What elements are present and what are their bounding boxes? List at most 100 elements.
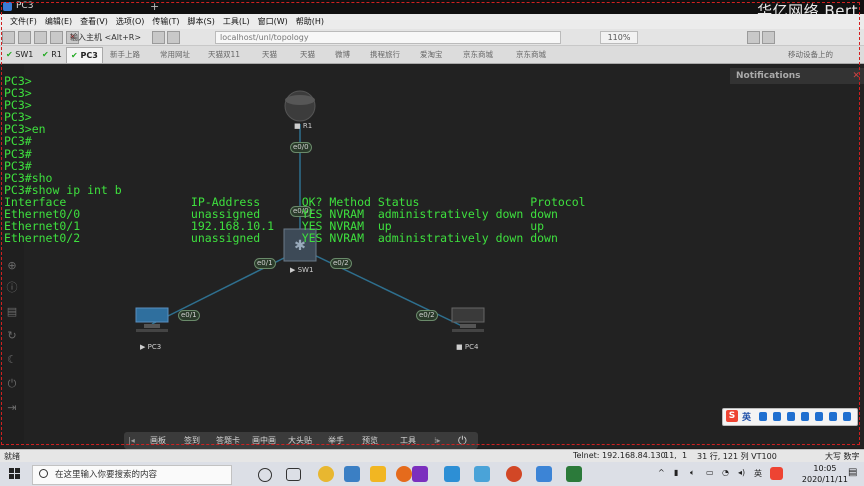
search-icon: [39, 469, 48, 478]
app-icon[interactable]: [344, 466, 360, 482]
session-icon[interactable]: [34, 31, 47, 44]
host-input[interactable]: 输入主机 <Alt+R>: [70, 32, 141, 43]
tab-pc3[interactable]: ✔ PC3: [66, 47, 103, 63]
new-tab-button[interactable]: +: [150, 0, 159, 13]
toolbar: ✕ 输入主机 <Alt+R> localhost/unl/topology 11…: [0, 29, 864, 46]
bookmark-item[interactable]: 天猫: [300, 48, 315, 61]
terminal-output[interactable]: PC3> PC3> PC3> PC3> PC3>en PC3# PC3# PC3…: [4, 75, 586, 244]
port-label: e0/2: [330, 258, 352, 269]
menu-tools[interactable]: 工具(L): [219, 14, 254, 29]
port-label: e0/1: [178, 310, 200, 321]
menu-edit[interactable]: 编辑(E): [41, 14, 76, 29]
bookmark-item[interactable]: 天猫双11: [208, 48, 240, 61]
powerpoint-icon[interactable]: [506, 466, 522, 482]
collapse-icon[interactable]: |◂: [128, 434, 135, 447]
bookmark-item[interactable]: 京东商城: [463, 48, 493, 61]
status-col: 1: [682, 451, 688, 460]
palette-item[interactable]: 举手: [328, 434, 344, 447]
notification-center-icon[interactable]: ▤: [848, 467, 857, 478]
tray-chevron-icon[interactable]: ^: [658, 468, 665, 477]
menu-icon[interactable]: [843, 412, 851, 421]
file-explorer-icon[interactable]: [370, 466, 386, 482]
more-icon[interactable]: ⁞▸: [434, 434, 441, 447]
sogou-icon[interactable]: S: [726, 410, 738, 422]
palette-item[interactable]: 画板: [150, 434, 166, 447]
app-icon[interactable]: [444, 466, 460, 482]
status-size: 31 行, 121 列 VT100: [697, 452, 777, 461]
bookmark-mobile[interactable]: 移动设备上的: [788, 48, 833, 61]
chrome-icon[interactable]: [318, 466, 334, 482]
zoom-level: 110%: [600, 31, 638, 44]
port-label: e0/2: [416, 310, 438, 321]
bookmark-item[interactable]: 天猫: [262, 48, 277, 61]
menu-script[interactable]: 脚本(S): [184, 14, 219, 29]
status-telnet: Telnet: 192.168.84.130: [573, 451, 666, 460]
url-field[interactable]: localhost/unl/topology: [215, 31, 561, 44]
bookmark-item[interactable]: 微博: [335, 48, 350, 61]
reconnect-icon[interactable]: [50, 31, 63, 44]
terminal-line: Ethernet0/2 unassigned YES NVRAM adminis…: [4, 231, 558, 246]
ime-toolbar: S 英: [722, 408, 858, 426]
bookmark-item[interactable]: 新手上路: [110, 48, 140, 61]
tab-r1[interactable]: ✔ R1: [38, 47, 66, 62]
onenote-icon[interactable]: [412, 466, 428, 482]
app-icon[interactable]: [566, 466, 582, 482]
app-icon[interactable]: [536, 466, 552, 482]
keyboard-icon[interactable]: [801, 412, 809, 421]
network-icon[interactable]: ◔: [722, 468, 729, 477]
window-title: PC3: [16, 1, 34, 11]
battery-icon[interactable]: ▭: [706, 468, 714, 477]
node-label-pc4: ■ PC4: [456, 343, 479, 351]
tray-app-icon[interactable]: ▮: [674, 468, 678, 477]
quick-connect-icon[interactable]: [18, 31, 31, 44]
palette-item[interactable]: 工具: [400, 434, 416, 447]
bookmark-item[interactable]: 常用网址: [160, 48, 190, 61]
settings-icon[interactable]: [747, 31, 760, 44]
node-label-pc3: ▶ PC3: [140, 343, 162, 351]
ime-lang[interactable]: 英: [742, 410, 751, 423]
copy-icon[interactable]: [152, 31, 165, 44]
menu-transfer[interactable]: 传输(T): [148, 14, 183, 29]
skin-icon[interactable]: [815, 412, 823, 421]
window-title-bar: PC3 + 华亿网络 Bert: [0, 0, 864, 20]
palette-item[interactable]: 答题卡: [216, 434, 240, 447]
menu-view[interactable]: 查看(V): [76, 14, 112, 29]
task-view-icon[interactable]: [286, 468, 301, 481]
emoji-icon[interactable]: [773, 412, 781, 421]
app-icon[interactable]: [474, 466, 490, 482]
menu-help[interactable]: 帮助(H): [292, 14, 328, 29]
paste-icon[interactable]: [167, 31, 180, 44]
volume-icon[interactable]: 🔈︎: [690, 468, 695, 478]
punctuation-icon[interactable]: [759, 412, 767, 421]
bookmark-item[interactable]: 京东商城: [516, 48, 546, 61]
speaker-icon[interactable]: ◂): [738, 468, 745, 477]
status-caps: 大写 数字: [825, 452, 860, 461]
microphone-icon[interactable]: [787, 412, 795, 421]
status-bar: 就绪 Telnet: 192.168.84.130 11, 1 31 行, 12…: [0, 449, 864, 463]
bookmark-item[interactable]: 携程旅行: [370, 48, 400, 61]
menu-file[interactable]: 文件(F): [6, 14, 41, 29]
palette-item[interactable]: 画中画: [252, 434, 276, 447]
help-icon[interactable]: [762, 31, 775, 44]
palette-item[interactable]: 签到: [184, 434, 200, 447]
power-icon[interactable]: ⏻: [458, 434, 467, 447]
palette-item[interactable]: 大头贴: [288, 434, 312, 447]
taskbar: 在这里输入你要搜索的内容 ^ ▮ 🔈︎ ▭ ◔ ◂) 英 10:05 2020/…: [0, 462, 864, 486]
menu-options[interactable]: 选项(O): [112, 14, 149, 29]
cortana-icon[interactable]: [258, 468, 272, 482]
tab-sw1[interactable]: ✔ SW1: [2, 47, 37, 62]
palette-item[interactable]: 预览: [362, 434, 378, 447]
node-label-sw1: ▶ SW1: [290, 266, 314, 274]
taskbar-search[interactable]: 在这里输入你要搜索的内容: [32, 465, 232, 485]
sogou-tray-icon[interactable]: [770, 467, 783, 480]
toolbox-icon[interactable]: [829, 412, 837, 421]
pc4-icon[interactable]: [451, 307, 485, 323]
tray-ime[interactable]: 英: [754, 468, 762, 479]
menu-window[interactable]: 窗口(W): [254, 14, 292, 29]
windows-start-icon[interactable]: [9, 468, 21, 480]
bookmark-item[interactable]: 爱淘宝: [420, 48, 443, 61]
connect-icon[interactable]: [2, 31, 15, 44]
firefox-icon[interactable]: [396, 466, 412, 482]
system-clock[interactable]: 10:05 2020/11/11: [802, 463, 848, 485]
pc3-icon[interactable]: [135, 307, 169, 323]
